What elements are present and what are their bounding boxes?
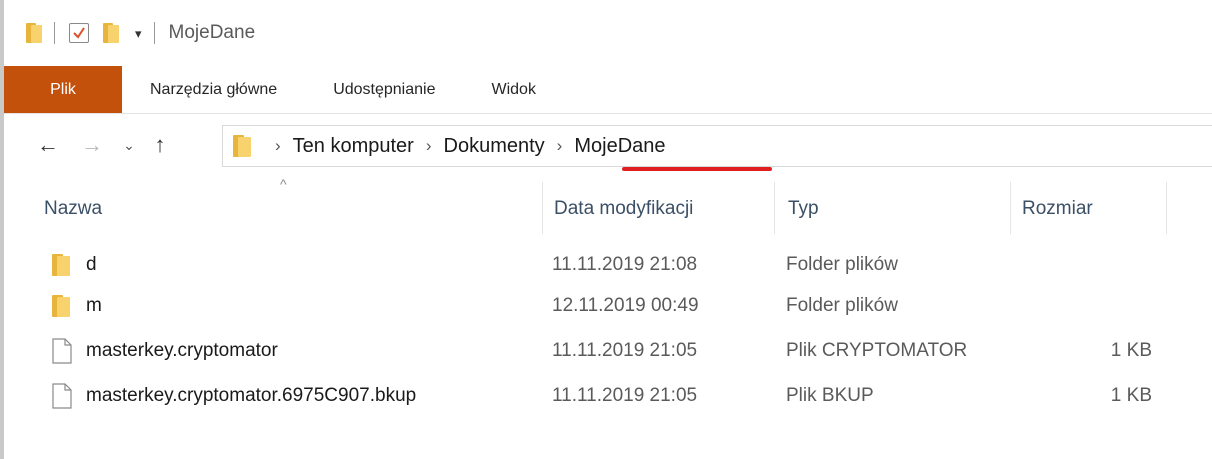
- file-type: Folder plików: [786, 295, 898, 316]
- folder-icon: [233, 135, 251, 157]
- breadcrumb-mojedane[interactable]: MojeDane: [574, 135, 665, 158]
- file-name: masterkey.cryptomator: [86, 340, 278, 361]
- column-headers: ^ Nazwa Data modyfikacji Typ Rozmiar: [4, 176, 1212, 240]
- annotation-underline: [622, 167, 772, 171]
- address-bar[interactable]: › Ten komputer › Dokumenty › MojeDane: [222, 125, 1212, 167]
- properties-check-icon[interactable]: [69, 23, 89, 43]
- toolbar-separator: [54, 22, 55, 44]
- column-divider[interactable]: [1010, 182, 1011, 234]
- file-size: 1 KB: [1110, 385, 1152, 406]
- tab-file[interactable]: Plik: [4, 66, 122, 113]
- list-item[interactable]: m 12.11.2019 00:49 Folder plików: [4, 285, 1212, 325]
- quick-access-dropdown-icon[interactable]: ▾: [135, 27, 142, 40]
- up-arrow-icon[interactable]: ↑: [144, 134, 176, 156]
- file-icon: [52, 383, 72, 409]
- ribbon-tabs: Plik Narzędzia główne Udostępnianie Wido…: [4, 66, 1212, 114]
- list-item[interactable]: masterkey.cryptomator.6975C907.bkup 11.1…: [4, 375, 1212, 415]
- tab-share[interactable]: Udostępnianie: [305, 66, 463, 113]
- list-item[interactable]: d 11.11.2019 21:08 Folder plików: [4, 244, 1212, 284]
- file-type: Plik CRYPTOMATOR: [786, 340, 968, 361]
- title-bar: ▾ MojeDane: [4, 0, 1212, 66]
- column-header-date[interactable]: Data modyfikacji: [554, 198, 693, 220]
- breadcrumb-documents[interactable]: Dokumenty: [444, 135, 545, 158]
- column-header-name[interactable]: Nazwa: [44, 198, 102, 220]
- folder-icon: [52, 295, 70, 317]
- file-date: 11.11.2019 21:08: [552, 254, 698, 275]
- file-date: 11.11.2019 21:05: [552, 340, 698, 361]
- window-title: MojeDane: [168, 22, 256, 43]
- toolbar-separator: [153, 22, 155, 44]
- new-folder-icon[interactable]: [103, 23, 119, 43]
- file-date: 12.11.2019 00:49: [552, 295, 699, 316]
- forward-arrow-icon[interactable]: →: [76, 134, 108, 156]
- breadcrumb-separator-icon[interactable]: ›: [275, 136, 281, 156]
- file-size: 1 KB: [1110, 340, 1152, 361]
- file-type: Plik BKUP: [786, 385, 874, 406]
- column-header-size[interactable]: Rozmiar: [1022, 198, 1093, 220]
- tab-home[interactable]: Narzędzia główne: [122, 66, 305, 113]
- file-type: Folder plików: [786, 254, 898, 275]
- navigation-bar: ← → ⌄ ↑ › Ten komputer › Dokumenty › Moj…: [4, 114, 1212, 176]
- sort-ascending-icon: ^: [280, 176, 287, 192]
- column-divider[interactable]: [542, 182, 543, 234]
- list-item[interactable]: masterkey.cryptomator 11.11.2019 21:05 P…: [4, 330, 1212, 370]
- breadcrumb-this-pc[interactable]: Ten komputer: [293, 135, 414, 158]
- tab-view[interactable]: Widok: [463, 66, 563, 113]
- file-name: m: [86, 295, 102, 316]
- folder-icon: [52, 254, 70, 276]
- breadcrumb-separator-icon[interactable]: ›: [426, 136, 432, 156]
- file-date: 11.11.2019 21:05: [552, 385, 698, 406]
- file-name: d: [86, 254, 97, 275]
- column-divider[interactable]: [774, 182, 775, 234]
- column-divider[interactable]: [1166, 182, 1167, 234]
- file-icon: [52, 338, 72, 364]
- back-arrow-icon[interactable]: ←: [32, 134, 64, 156]
- folder-icon[interactable]: [26, 23, 42, 43]
- breadcrumb-separator-icon[interactable]: ›: [557, 136, 563, 156]
- file-name: masterkey.cryptomator.6975C907.bkup: [86, 385, 417, 406]
- recent-locations-chevron-icon[interactable]: ⌄: [118, 138, 140, 152]
- column-header-type[interactable]: Typ: [788, 198, 819, 220]
